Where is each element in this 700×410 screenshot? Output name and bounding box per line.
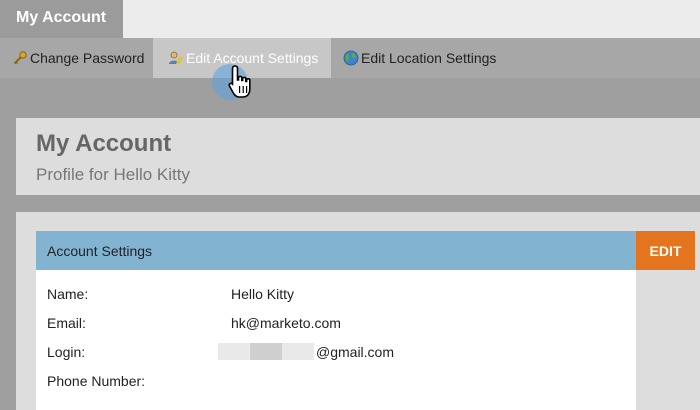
top-tab-bar: My Account [0,0,700,38]
hand-pointer-icon [228,64,254,109]
account-settings-card: Name: Hello Kitty Email: hk@marketo.com … [36,270,636,410]
edit-location-settings-label: Edit Location Settings [361,50,497,66]
page-title: My Account [36,130,172,157]
field-row-name: Name: Hello Kitty [36,286,636,308]
globe-icon [343,50,359,66]
tab-my-account[interactable]: My Account [0,0,123,38]
key-icon [12,50,28,66]
email-value: hk@marketo.com [231,315,341,331]
phone-label: Phone Number: [47,373,146,389]
login-label: Login: [47,344,86,360]
name-label: Name: [47,286,89,302]
email-label: Email: [47,315,86,331]
edit-location-settings-link[interactable]: Edit Location Settings [343,38,496,78]
redacted-username [218,343,314,360]
page-header: My Account Profile for Hello Kitty [16,118,700,195]
user-edit-icon [168,50,184,66]
field-row-login: Login: @gmail.com [36,343,636,366]
login-value: @gmail.com [316,344,395,360]
change-password-label: Change Password [30,50,145,66]
field-row-phone: Phone Number: [36,373,636,395]
field-row-email: Email: hk@marketo.com [36,315,636,337]
account-settings-header: Account Settings [36,231,636,270]
sub-navigation: Change Password Edit Account Settings Ed… [0,38,700,78]
name-value: Hello Kitty [231,286,295,302]
change-password-link[interactable]: Change Password [12,38,144,78]
edit-button[interactable]: EDIT [636,231,695,270]
page-subtitle: Profile for Hello Kitty [36,165,190,184]
